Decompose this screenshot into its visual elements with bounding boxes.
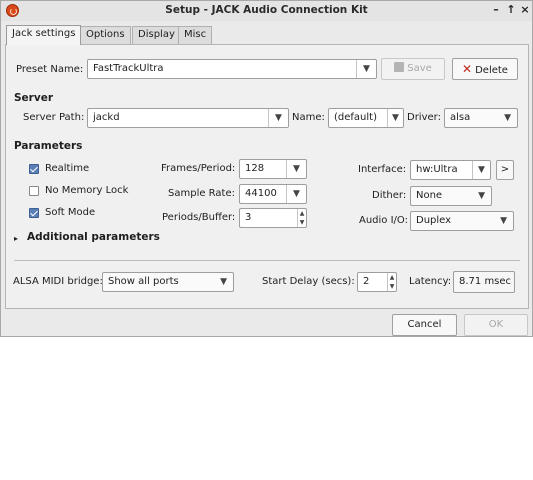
tab-jack-settings[interactable]: Jack settings — [6, 25, 82, 45]
audio-io-combo[interactable]: Duplex ▼ — [410, 211, 514, 231]
parameters-header: Parameters — [14, 140, 83, 152]
divider — [14, 260, 520, 261]
server-name-value: (default) — [334, 112, 377, 123]
preset-name-label: Preset Name: — [16, 64, 84, 75]
driver-value: alsa — [450, 112, 471, 123]
alsa-midi-bridge-label: ALSA MIDI bridge: — [13, 276, 103, 287]
chevron-down-icon[interactable]: ▼ — [286, 185, 306, 203]
interface-value: hw:Ultra — [416, 164, 458, 175]
frames-period-value: 128 — [245, 163, 265, 174]
interface-more-button[interactable]: > — [496, 160, 514, 180]
sample-rate-combo[interactable]: 44100 ▼ — [239, 184, 307, 204]
ok-button-label: OK — [488, 319, 504, 330]
preset-name-combo[interactable]: FastTrackUltra ▼ — [87, 59, 377, 79]
delete-icon: ✕ — [462, 62, 473, 76]
latency-label: Latency: — [409, 276, 452, 287]
dither-value: None — [416, 190, 443, 201]
close-button[interactable]: × — [519, 3, 531, 17]
chevron-down-icon[interactable]: ▼ — [286, 160, 306, 178]
server-path-value: jackd — [93, 112, 120, 123]
audio-io-value: Duplex — [416, 215, 452, 226]
realtime-checkbox[interactable] — [29, 164, 39, 174]
delete-button-label: Delete — [475, 65, 508, 76]
chevron-down-icon[interactable]: ▼ — [356, 60, 376, 78]
start-delay-label: Start Delay (secs): — [262, 276, 355, 287]
latency-display: 8.71 msec — [453, 271, 515, 293]
cancel-button-label: Cancel — [407, 319, 442, 330]
alsa-midi-bridge-combo[interactable]: Show all ports ▼ — [102, 272, 234, 292]
setup-window: Setup - JACK Audio Connection Kit – ↑ × … — [0, 0, 533, 337]
title-bar[interactable]: Setup - JACK Audio Connection Kit – ↑ × — [1, 1, 532, 21]
server-header: Server — [14, 92, 54, 104]
save-icon — [394, 62, 405, 72]
server-path-combo[interactable]: jackd ▼ — [87, 108, 289, 128]
ok-button[interactable]: OK — [464, 314, 528, 336]
tab-label: Misc — [184, 29, 207, 40]
soft-mode-checkbox[interactable] — [29, 208, 39, 218]
tab-label: Jack settings — [12, 28, 76, 39]
chevron-down-icon: ▼ — [500, 216, 507, 226]
maximize-button[interactable]: ↑ — [505, 3, 517, 17]
save-button-label: Save — [407, 63, 432, 74]
audio-io-label: Audio I/O: — [359, 215, 408, 226]
tab-options[interactable]: Options — [80, 26, 131, 44]
realtime-label: Realtime — [45, 163, 90, 174]
save-button[interactable]: Save — [381, 58, 445, 80]
frames-period-label: Frames/Period: — [161, 163, 236, 174]
delete-button[interactable]: ✕ Delete — [452, 58, 518, 80]
interface-combo[interactable]: hw:Ultra ▼ — [410, 160, 491, 180]
dither-label: Dither: — [372, 190, 407, 201]
tab-label: Options — [86, 29, 125, 40]
preset-name-value: FastTrackUltra — [93, 63, 164, 74]
minimize-button[interactable]: – — [490, 3, 502, 17]
interface-label: Interface: — [358, 164, 407, 175]
driver-combo[interactable]: alsa ▼ — [444, 108, 518, 128]
start-delay-spinbox[interactable]: 2 ▲ ▼ — [357, 272, 397, 292]
chevron-down-icon: ▼ — [504, 113, 511, 123]
periods-buffer-label: Periods/Buffer: — [162, 212, 236, 223]
chevron-down-icon: ▼ — [220, 277, 227, 287]
start-delay-value: 2 — [363, 276, 370, 287]
driver-label: Driver: — [407, 112, 441, 123]
chevron-down-icon[interactable]: ▼ — [472, 161, 490, 179]
chevron-down-icon[interactable]: ▼ — [387, 109, 403, 127]
dither-combo[interactable]: None ▼ — [410, 186, 492, 206]
alsa-midi-bridge-value: Show all ports — [108, 276, 179, 287]
spin-arrows-icon[interactable]: ▲ ▼ — [387, 273, 396, 291]
tab-misc[interactable]: Misc — [178, 26, 213, 44]
additional-parameters-toggle[interactable]: Additional parameters — [27, 231, 160, 243]
soft-mode-label: Soft Mode — [45, 207, 96, 218]
sample-rate-label: Sample Rate: — [168, 188, 235, 199]
window-title: Setup - JACK Audio Connection Kit — [165, 4, 368, 16]
tab-label: Display — [138, 29, 175, 40]
periods-buffer-spinbox[interactable]: 3 ▲ ▼ — [239, 208, 307, 228]
cancel-button[interactable]: Cancel — [392, 314, 457, 336]
no-memory-lock-label: No Memory Lock — [45, 185, 129, 196]
server-name-combo[interactable]: (default) ▼ — [328, 108, 404, 128]
expand-arrow-icon[interactable]: ▸ — [14, 232, 18, 246]
chevron-down-icon[interactable]: ▼ — [268, 109, 288, 127]
chevron-down-icon: ▼ — [478, 191, 485, 201]
periods-buffer-value: 3 — [245, 212, 252, 223]
sample-rate-value: 44100 — [245, 188, 277, 199]
server-path-label: Server Path: — [23, 112, 85, 123]
no-memory-lock-checkbox[interactable] — [29, 186, 39, 196]
frames-period-combo[interactable]: 128 ▼ — [239, 159, 307, 179]
jack-settings-panel: Preset Name: FastTrackUltra ▼ Save ✕ Dele… — [5, 44, 529, 309]
spin-arrows-icon[interactable]: ▲ ▼ — [297, 209, 306, 227]
tab-display[interactable]: Display — [132, 26, 181, 44]
server-name-label: Name: — [292, 112, 325, 123]
